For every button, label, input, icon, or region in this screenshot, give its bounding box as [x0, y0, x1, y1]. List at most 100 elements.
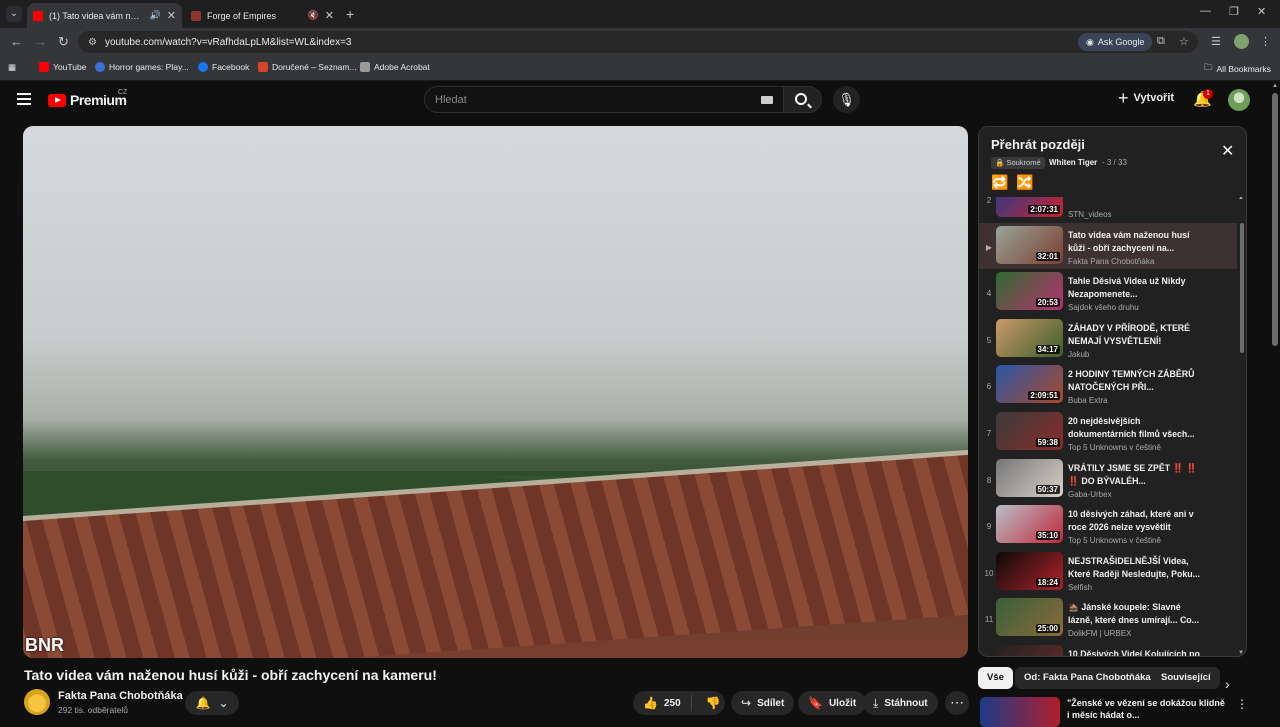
bookmark-adobe[interactable]: Adobe Acrobat [360, 62, 430, 72]
muted-speaker-icon[interactable]: 🔇 [308, 10, 319, 21]
playlist-item-thumbnail[interactable] [996, 644, 1063, 656]
keyboard-icon[interactable] [761, 96, 773, 104]
bookmark-facebook[interactable]: Facebook [198, 62, 249, 72]
playlist-item[interactable]: 6 2:09:51 2 HODINY TEMNÝCH ZÁBĚRŮ NATOČENÝ… [979, 362, 1237, 409]
site-info-icon[interactable]: ⚙ [88, 37, 97, 48]
close-tab-icon[interactable]: ✕ [325, 9, 334, 22]
page-scrollbar-thumb[interactable] [1272, 93, 1278, 346]
tab-forge-of-empires[interactable]: Forge of Empires 🔇 ✕ [185, 3, 340, 28]
playlist-item[interactable]: 9 35:10 10 děsivých záhad, které ani v roc… [979, 502, 1237, 549]
loop-icon[interactable]: 🔁 [991, 174, 1008, 191]
bookmarks-bar: ▦ YouTube Horror games: Play... Facebook… [0, 56, 1280, 81]
playlist-scrollbar[interactable]: ▲ ▼ [1237, 193, 1246, 656]
close-tab-icon[interactable]: ✕ [167, 9, 176, 22]
bookmark-star-icon[interactable]: ☆ [1179, 35, 1189, 48]
playlist-item-thumbnail[interactable]: 59:38 [996, 411, 1063, 450]
playlist-owner[interactable]: Whiten Tiger [1049, 158, 1097, 167]
download-button[interactable]: ⤓ Stáhnout [863, 691, 938, 715]
playlist-item-thumbnail[interactable]: 35:10 [996, 505, 1063, 544]
share-button[interactable]: ↪ Sdílet [731, 691, 795, 715]
playlist-item-thumbnail[interactable]: 20:53 [996, 272, 1063, 311]
playlist-item-thumbnail[interactable]: 2:09:51 [996, 365, 1063, 404]
reading-list-icon[interactable]: ☰ [1211, 35, 1221, 48]
recommended-video-thumbnail[interactable] [980, 697, 1060, 727]
voice-search-button[interactable]: 🎙 [833, 86, 860, 113]
youtube-premium-logo[interactable]: Premium CZ [48, 89, 127, 108]
playlist-item-index: 8 [986, 475, 992, 485]
share-icon: ↪ [741, 696, 752, 710]
playlist-item[interactable]: 22:07:31klidně i měsíc hádat o...STN_vid… [979, 193, 1237, 223]
subscription-notifications-button[interactable]: 🔔 ⌄ [185, 691, 239, 715]
playlist-item[interactable]: 1210 Děsivých Videí Kolujících po [979, 642, 1237, 656]
playlist-item-index: 4 [986, 289, 992, 299]
playlist-item-thumbnail[interactable]: 50:37 [996, 458, 1063, 497]
playlist-item-channel: Top 5 Unknowns v češtině [1068, 442, 1161, 452]
bookmark-horror-games[interactable]: Horror games: Play... [95, 62, 189, 72]
forward-icon[interactable]: → [34, 34, 47, 49]
save-button[interactable]: 🔖 Uložit [798, 691, 867, 715]
menu-icon[interactable] [17, 93, 31, 105]
restore-icon[interactable]: ❐ [1229, 5, 1239, 18]
playlist-item[interactable]: 7 59:38 20 nejděsivějších dokumentárních f… [979, 409, 1237, 456]
close-window-icon[interactable]: ✕ [1257, 5, 1266, 18]
channel-name[interactable]: Fakta Pana Chobotňáka [58, 690, 183, 702]
install-icon[interactable]: ⧉ [1157, 35, 1165, 48]
video-duration: 2:07:31 [1028, 205, 1060, 214]
folder-icon: 🗀 [1204, 62, 1213, 72]
search-input[interactable]: Hledat [424, 86, 784, 113]
playlist-panel: Přehrát později 🔒 Soukromé Whiten Tiger … [978, 126, 1247, 657]
browser-menu-icon[interactable]: ⋮ [1260, 35, 1271, 48]
bookmark-seznam[interactable]: Doručené – Seznam... [258, 62, 357, 72]
chip-from-channel[interactable]: Od: Fakta Pana Chobotňáka [1015, 667, 1160, 689]
bookmark-youtube[interactable]: YouTube [39, 62, 86, 72]
create-label: Vytvořit [1133, 92, 1175, 104]
video-duration: 35:10 [1035, 531, 1060, 541]
recommended-video-title[interactable]: "Ženské ve vězení se dokážou klidně i mě… [1067, 697, 1227, 721]
account-avatar[interactable] [1228, 89, 1250, 111]
page-scrollbar[interactable]: ▲ [1270, 81, 1280, 720]
recommended-more-icon[interactable]: ⋮ [1236, 697, 1248, 711]
ask-google-button[interactable]: ◉ Ask Google [1078, 33, 1153, 51]
more-actions-icon[interactable]: ⋯ [945, 691, 969, 715]
like-button[interactable]: 👍 250 [633, 695, 692, 711]
reload-icon[interactable]: ↻ [58, 34, 69, 50]
playlist-item[interactable]: 4 20:53 Tahle Děsivá Videa už Nikdy Nezapo… [979, 269, 1237, 316]
playlist-item[interactable]: 8 50:37 VRÁTILY JSME SE ZPĚT ‼️ ‼️ ‼️ DO B… [979, 456, 1237, 503]
browser-profile-avatar[interactable] [1234, 34, 1249, 49]
speaker-icon[interactable]: 🔊 [150, 10, 161, 21]
playlist-item[interactable]: 11 25:00 🏚️ Jánské koupele: Slavné lázně, … [979, 595, 1237, 642]
tab-title: Forge of Empires [207, 10, 277, 21]
playlist-title[interactable]: Přehrát později [991, 137, 1085, 152]
apps-grid-icon[interactable]: ▦ [8, 62, 16, 73]
channel-avatar[interactable] [24, 689, 50, 715]
playlist-item[interactable]: 10 18:24 NEJSTRAŠIDELNĚJŠÍ Videa, Které Ra… [979, 549, 1237, 596]
playlist-item[interactable]: ▶ 32:01 Tato videa vám naženou husí kůži -… [979, 222, 1237, 270]
chevron-right-icon[interactable]: › [1225, 676, 1230, 692]
playlist-item-thumbnail[interactable]: 32:01 [996, 225, 1063, 264]
video-player[interactable]: BNR [23, 126, 968, 658]
scrollbar-thumb[interactable] [1240, 223, 1244, 353]
download-icon: ⤓ [873, 695, 879, 710]
video-duration: 59:38 [1035, 437, 1060, 447]
chip-related[interactable]: Související [1152, 667, 1220, 689]
playlist-item[interactable]: 5 34:17 ZÁHADY V PŘÍRODĚ, KTERÉ NEMAJÍ VYS… [979, 316, 1237, 363]
create-button[interactable]: + Vytvořit [1118, 89, 1175, 107]
video-watermark: BNR [25, 635, 64, 655]
playlist-item-thumbnail[interactable]: 34:17 [996, 318, 1063, 357]
playlist-item-thumbnail[interactable]: 18:24 [996, 551, 1063, 590]
dislike-button[interactable]: 👎 [698, 696, 729, 710]
shuffle-icon[interactable]: 🔀 [1016, 174, 1033, 191]
tab-youtube[interactable]: (1) Tato videa vám naženou husí kůži - o… [27, 3, 182, 28]
address-bar[interactable]: ⚙ youtube.com/watch?v=vRafhdaLpLM&list=W… [78, 31, 1198, 53]
all-bookmarks[interactable]: 🗀 All Bookmarks [1204, 62, 1271, 76]
new-tab-button[interactable]: + [346, 6, 354, 22]
scroll-down-icon[interactable]: ▼ [1238, 650, 1244, 656]
back-icon[interactable]: ← [10, 34, 23, 49]
playlist-item-thumbnail[interactable]: 25:00 [996, 598, 1063, 637]
close-playlist-icon[interactable]: ✕ [1221, 141, 1234, 161]
tab-search-button[interactable]: ⌄ [6, 6, 22, 22]
scroll-up-icon[interactable]: ▲ [1272, 83, 1278, 89]
minimize-icon[interactable]: — [1200, 5, 1211, 17]
chip-all[interactable]: Vše [978, 667, 1013, 689]
search-button[interactable] [784, 86, 822, 113]
